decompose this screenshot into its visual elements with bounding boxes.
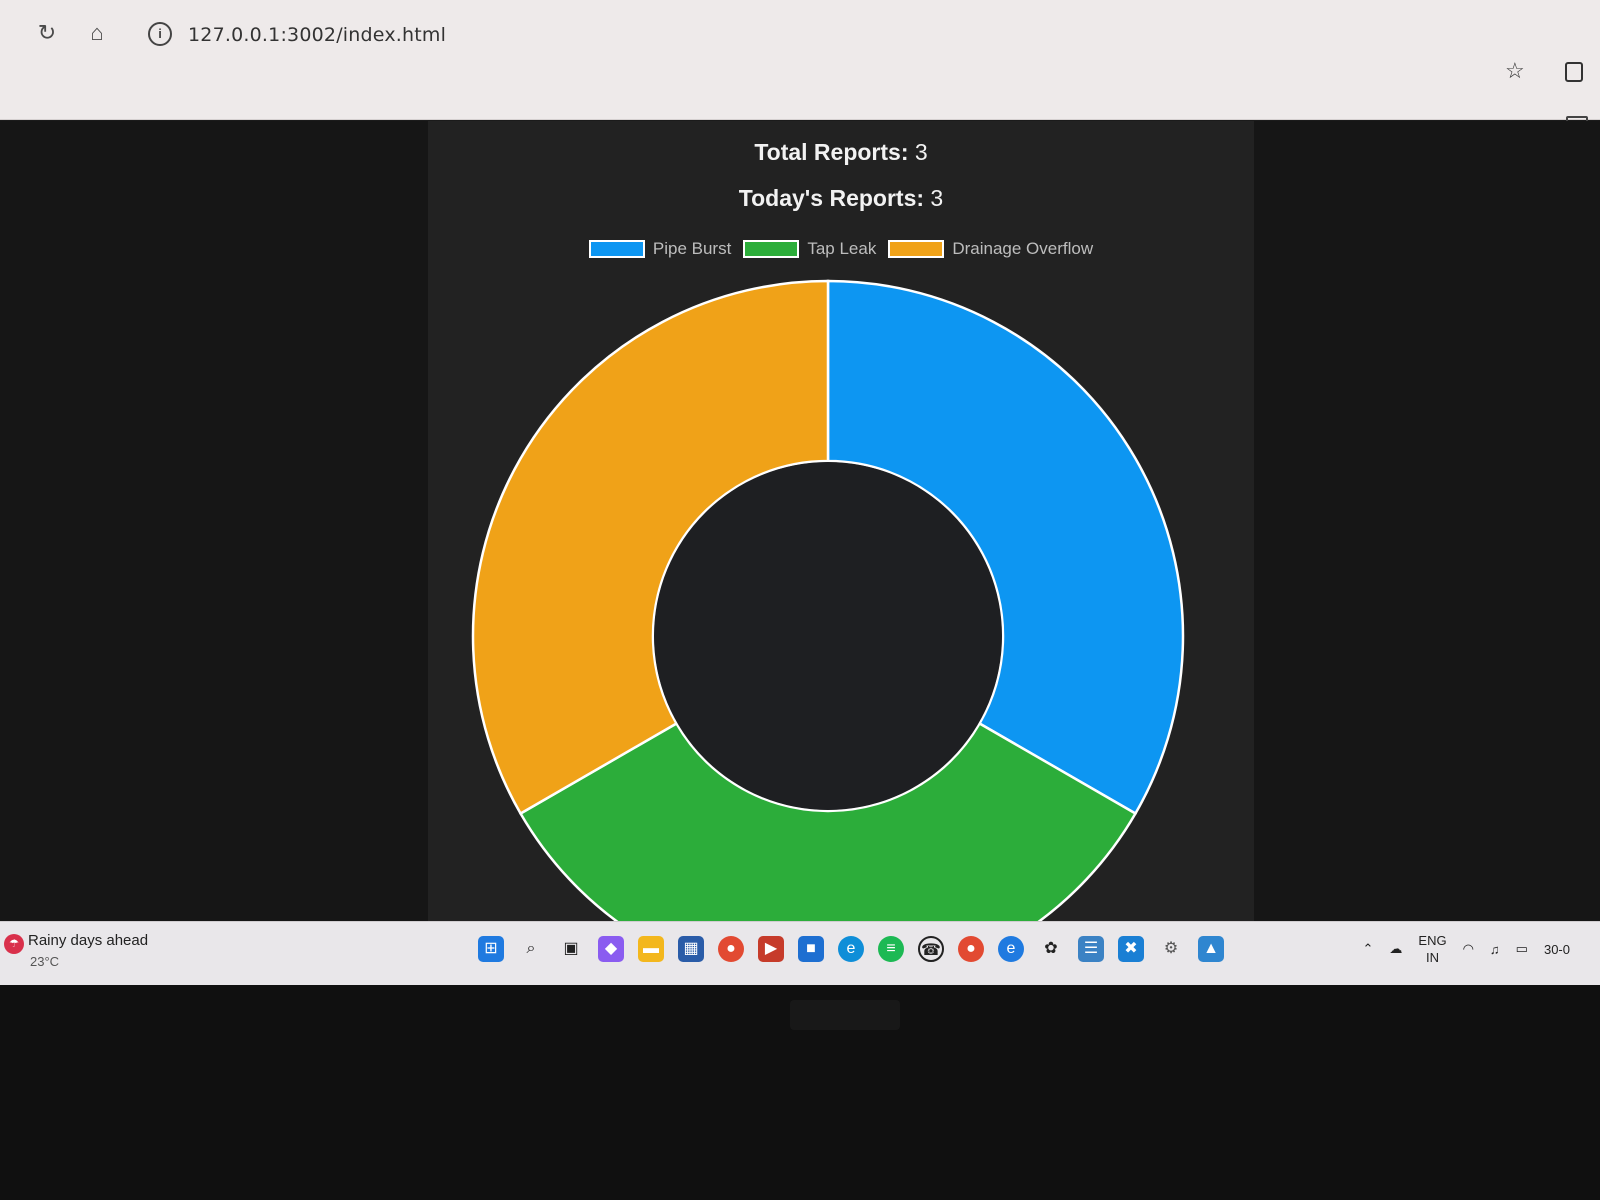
language-indicator[interactable]: ENG IN: [1418, 932, 1446, 966]
copilot-icon[interactable]: ◆: [598, 936, 624, 962]
volume-icon[interactable]: ♫: [1490, 942, 1500, 957]
legend-item[interactable]: Drainage Overflow: [888, 239, 1093, 259]
total-reports-label: Total Reports:: [754, 139, 909, 165]
donut-hole: [654, 462, 1002, 810]
page-left-margin: [0, 121, 428, 921]
onedrive-icon[interactable]: ☁: [1389, 941, 1402, 957]
reload-icon[interactable]: ↻: [32, 18, 62, 48]
weather-title[interactable]: Rainy days ahead: [28, 932, 148, 949]
vscode-icon[interactable]: ✖: [1118, 936, 1144, 962]
chevron-up-icon[interactable]: ⌃: [1363, 941, 1374, 957]
todays-reports-label: Today's Reports:: [738, 185, 925, 211]
clock-date[interactable]: 30-0: [1544, 942, 1570, 957]
task-view-icon[interactable]: ▣: [558, 936, 584, 962]
donut-chart: [471, 279, 1185, 921]
media-icon[interactable]: ▶: [758, 936, 784, 962]
chatgpt-icon[interactable]: ✿: [1038, 936, 1064, 962]
wifi-icon[interactable]: ◠: [1463, 941, 1474, 957]
total-reports: Total Reports: 3: [428, 139, 1254, 166]
extensions-icon[interactable]: [1565, 62, 1583, 82]
system-tray: ⌃ ☁ ENG IN ◠ ♫ ▭ 30-0: [1363, 932, 1571, 966]
weather-temp: 23°C: [30, 954, 60, 969]
spotify-icon[interactable]: ≡: [878, 936, 904, 962]
language-top: ENG: [1418, 933, 1447, 948]
settings-gear-icon[interactable]: ⚙: [1158, 936, 1184, 962]
laptop-logo: [790, 1000, 900, 1030]
home-icon[interactable]: ⌂: [82, 18, 112, 48]
edge-icon[interactable]: e: [838, 936, 864, 962]
legend-item[interactable]: Tap Leak: [743, 239, 876, 259]
legend-swatch: [588, 240, 645, 258]
legend-item[interactable]: Pipe Burst: [588, 239, 732, 259]
legend-label: Pipe Burst: [652, 239, 732, 258]
whatsapp-icon[interactable]: ☎: [918, 936, 944, 962]
site-info-icon[interactable]: i: [148, 22, 172, 46]
address-bar[interactable]: 127.0.0.1:3002/index.html: [188, 24, 446, 46]
dashboard-page: Total Reports: 3 Today's Reports: 3 Pipe…: [428, 121, 1254, 921]
chrome-active-icon[interactable]: ●: [958, 936, 984, 962]
bookmark-star-icon[interactable]: ☆: [1505, 58, 1525, 84]
battery-icon[interactable]: ▭: [1516, 941, 1528, 957]
legend-label: Tap Leak: [807, 239, 877, 258]
file-explorer-icon[interactable]: ▬: [638, 936, 664, 962]
taskbar: ☂ Rainy days ahead 23°C ⊞ ⌕ ▣ ◆ ▬ ▦ ● ▶ …: [0, 921, 1600, 985]
legend-swatch: [743, 240, 800, 258]
total-reports-value: 3: [914, 139, 928, 165]
search-icon[interactable]: ⌕: [518, 936, 544, 962]
legend-swatch: [888, 240, 945, 258]
chart-legend: Pipe Burst Tap Leak Drainage Overflow: [428, 239, 1254, 259]
start-icon[interactable]: ⊞: [478, 936, 504, 962]
store-icon[interactable]: ▦: [678, 936, 704, 962]
legend-label: Drainage Overflow: [952, 239, 1094, 258]
browser-toolbar: ↻ ⌂ i 127.0.0.1:3002/index.html ☆: [0, 0, 1600, 120]
language-bottom: IN: [1425, 950, 1439, 965]
edge-beta-icon[interactable]: e: [998, 936, 1024, 962]
chrome-icon[interactable]: ●: [718, 936, 744, 962]
taskbar-apps: ⊞ ⌕ ▣ ◆ ▬ ▦ ● ▶ ■ e ≡ ☎ ● e ✿ ☰ ✖ ⚙ ▲: [478, 936, 1224, 962]
screen: ↻ ⌂ i 127.0.0.1:3002/index.html ☆ Total …: [0, 0, 1600, 985]
notepad-icon[interactable]: ☰: [1078, 936, 1104, 962]
remote-desktop-icon[interactable]: ■: [798, 936, 824, 962]
page-right-margin: [1254, 121, 1600, 921]
photos-icon[interactable]: ▲: [1198, 936, 1224, 962]
weather-icon[interactable]: ☂: [4, 934, 24, 954]
todays-reports: Today's Reports: 3: [428, 185, 1254, 212]
todays-reports-value: 3: [930, 185, 944, 211]
